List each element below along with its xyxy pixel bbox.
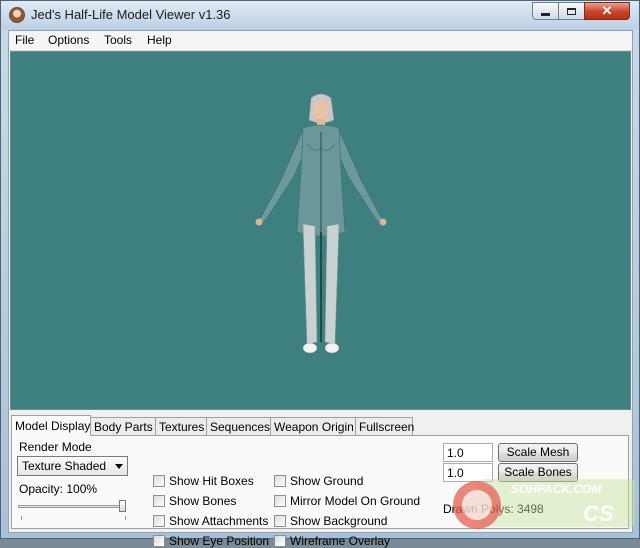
checkbox-mirror-model[interactable]: Mirror Model On Ground: [274, 494, 420, 508]
tab-textures[interactable]: Textures: [155, 417, 207, 435]
tab-body-parts[interactable]: Body Parts: [90, 417, 156, 435]
render-mode-value: Texture Shaded: [22, 459, 107, 473]
minimize-button[interactable]: [532, 2, 559, 20]
slider-tick: [125, 516, 126, 520]
model-viewport[interactable]: [10, 51, 631, 410]
checkbox-show-bones[interactable]: Show Bones: [153, 494, 236, 508]
opacity-slider-track[interactable]: [18, 505, 126, 508]
minimize-icon: [541, 12, 550, 16]
client-area: File Options Tools Help Model Display Bo…: [8, 30, 633, 548]
checkbox-box[interactable]: [274, 475, 286, 487]
chevron-down-icon: [115, 464, 123, 469]
close-button[interactable]: ✕: [584, 2, 630, 20]
menu-file[interactable]: File: [15, 33, 34, 47]
scale-mesh-input[interactable]: 1.0: [443, 443, 493, 462]
maximize-icon: [567, 7, 576, 15]
checkbox-label: Show Bones: [169, 494, 237, 508]
menu-tools[interactable]: Tools: [104, 33, 132, 47]
checkbox-box[interactable]: [274, 495, 286, 507]
app-window: Jed's Half-Life Model Viewer v1.36 ✕ Fil…: [0, 0, 640, 548]
checkbox-show-background[interactable]: Show Background: [274, 514, 387, 528]
checkbox-label: Show Background: [290, 514, 388, 528]
menu-options[interactable]: Options: [48, 33, 89, 47]
opacity-slider-thumb[interactable]: [119, 500, 126, 512]
tab-weapon-origin[interactable]: Weapon Origin: [270, 417, 356, 435]
maximize-button[interactable]: [558, 2, 585, 20]
checkbox-box[interactable]: [274, 535, 286, 547]
checkbox-label: Show Eye Position: [169, 534, 270, 548]
tab-fullscreen[interactable]: Fullscreen: [355, 417, 414, 435]
app-face-icon[interactable]: [9, 7, 25, 23]
model-display-panel: Render Mode Texture Shaded Opacity: 100%…: [11, 435, 629, 548]
opacity-label: Opacity: 100%: [19, 482, 98, 496]
checkbox-label: Mirror Model On Ground: [290, 494, 421, 508]
menu-bar: File Options Tools Help: [9, 31, 632, 51]
tab-sequences[interactable]: Sequences: [206, 417, 271, 435]
scale-bones-input[interactable]: 1.0: [443, 463, 493, 482]
tab-model-display[interactable]: Model Display: [11, 415, 91, 436]
drawn-polys-label: Drawn Polys: 3498: [443, 502, 544, 516]
render-mode-label: Render Mode: [19, 440, 92, 454]
checkbox-label: Show Hit Boxes: [169, 474, 254, 488]
checkbox-label: Wireframe Overlay: [290, 534, 391, 548]
scale-bones-button[interactable]: Scale Bones: [498, 463, 578, 482]
window-title: Jed's Half-Life Model Viewer v1.36: [31, 7, 231, 22]
slider-tick: [21, 516, 22, 520]
checkbox-box[interactable]: [153, 535, 165, 547]
render-mode-select[interactable]: Texture Shaded: [17, 456, 128, 476]
close-icon: ✕: [601, 3, 613, 18]
checkbox-box[interactable]: [153, 515, 165, 527]
checkbox-box[interactable]: [153, 475, 165, 487]
title-bar[interactable]: Jed's Half-Life Model Viewer v1.36 ✕: [1, 1, 639, 30]
checkbox-show-attachments[interactable]: Show Attachments: [153, 514, 268, 528]
scale-mesh-button[interactable]: Scale Mesh: [498, 443, 578, 462]
checkbox-wireframe-overlay[interactable]: Wireframe Overlay: [274, 534, 390, 548]
checkbox-label: Show Attachments: [169, 514, 269, 528]
checkbox-label: Show Ground: [290, 474, 364, 488]
checkbox-show-eye-position[interactable]: Show Eye Position: [153, 534, 269, 548]
character-model: [255, 93, 387, 354]
checkbox-show-ground[interactable]: Show Ground: [274, 474, 363, 488]
checkbox-box[interactable]: [153, 495, 165, 507]
menu-help[interactable]: Help: [147, 33, 172, 47]
checkbox-box[interactable]: [274, 515, 286, 527]
checkbox-show-hit-boxes[interactable]: Show Hit Boxes: [153, 474, 254, 488]
